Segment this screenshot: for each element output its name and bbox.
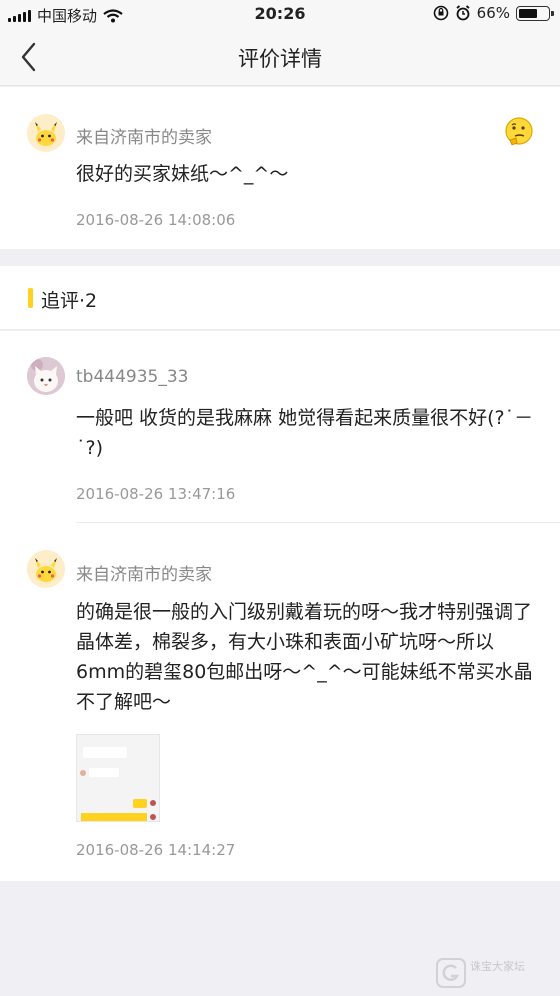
status-bar: 中国移动 20:26 66% [0,0,560,28]
nav-bar: 评价详情 [0,28,560,86]
battery-icon [516,5,554,21]
followup-content: 一般吧 收货的是我麻麻 她觉得看起来质量很不好(?˙－˙?) [76,407,534,459]
followup-author: 来自济南市的卖家 [76,565,212,585]
alarm-icon [456,5,470,21]
followup-list: tb444935_33 一般吧 收货的是我麻麻 她觉得看起来质量很不好(?˙－˙… [0,331,560,881]
followup-section-title: 追评·2 [41,290,98,312]
page-title: 评价详情 [238,47,322,71]
review-time: 2016-08-26 14:08:06 [76,211,236,229]
followup-content: 的确是很一般的入门级别戴着玩的呀～我才特别强调了晶体差，棉裂多，有大小珠和表面小… [76,601,533,713]
buyer-avatar[interactable] [27,357,65,395]
seller-avatar[interactable] [27,114,65,152]
chat-thumbnail-image [77,735,159,821]
followup-author: tb444935_33 [76,367,189,387]
followup-section-header: 追评·2 [0,266,560,330]
cat-avatar-icon [27,357,65,395]
item-divider [76,522,560,523]
section-accent-bar [28,288,33,308]
followup-time: 2016-08-26 14:14:27 [76,841,236,859]
pikachu-avatar-icon [27,114,65,152]
review-author: 来自济南市的卖家 [76,128,212,148]
review-content: 很好的买家妹纸～^_^～ [76,163,289,185]
main-review-card: 来自济南市的卖家 很好的买家妹纸～^_^～ 2016-08-26 14:08:0… [0,87,560,249]
thinking-emoji-icon [505,117,533,146]
battery-percent: 66% [476,4,510,22]
watermark-logo: 诛宝大家坛 [436,956,554,990]
watermark-g-icon [436,958,466,988]
followup-time: 2016-08-26 13:47:16 [76,485,236,503]
seller-avatar[interactable] [27,550,65,588]
watermark-text: 诛宝大家坛 [470,960,525,973]
orientation-lock-icon [433,5,448,21]
chat-screenshot-thumbnail[interactable] [76,734,160,822]
pikachu-avatar-icon [27,550,65,588]
